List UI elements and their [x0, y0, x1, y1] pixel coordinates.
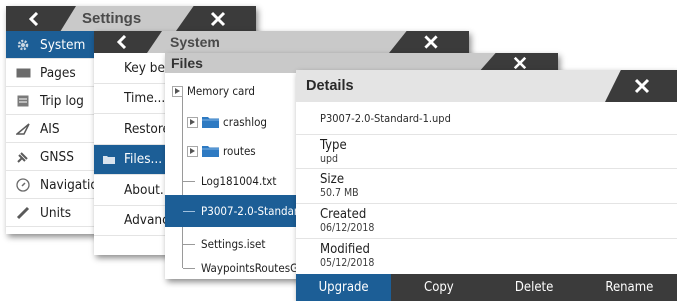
expand-icon[interactable]: [187, 116, 198, 128]
system-header: System: [94, 31, 469, 53]
details-field-value: 05/12/2018: [320, 257, 375, 269]
system-back-button[interactable]: [94, 31, 162, 53]
tree-node-label: crashlog: [223, 115, 268, 129]
close-icon: [513, 56, 526, 70]
details-action-bar: Upgrade Copy Delete Rename: [296, 274, 677, 301]
tree-node-label: Settings.iset: [201, 237, 266, 251]
upgrade-button[interactable]: Upgrade: [296, 274, 392, 301]
system-title: System: [170, 34, 220, 50]
settings-item-label: GNSS: [40, 148, 74, 165]
details-filename-row: P3007-2.0-Standard-1.upd: [296, 102, 677, 135]
folder-icon: [202, 117, 219, 128]
details-header: Details: [296, 70, 677, 102]
system-close-button[interactable]: [389, 31, 469, 53]
details-type-row: Type upd: [296, 135, 677, 169]
tree-node-label: Log181004.txt: [201, 174, 277, 188]
copy-button[interactable]: Copy: [391, 274, 486, 301]
tree-node-label: Memory card: [187, 84, 256, 98]
settings-title: Settings: [82, 10, 142, 27]
settings-close-button[interactable]: [176, 6, 256, 31]
folder-icon: [202, 146, 219, 157]
delete-button[interactable]: Delete: [487, 274, 582, 301]
settings-back-button[interactable]: [6, 6, 76, 31]
details-size-row: Size 50.7 MB: [296, 169, 677, 204]
expand-icon[interactable]: [172, 85, 183, 97]
ais-icon: [6, 122, 40, 135]
gear-icon: [6, 38, 40, 52]
system-item-label: Time...: [124, 90, 166, 107]
ruler-icon: [6, 206, 40, 220]
details-panel: Details P3007-2.0-Standard-1.upd Type up…: [296, 70, 677, 301]
settings-item-label: AIS: [40, 120, 60, 137]
details-field-value: 50.7 MB: [320, 187, 359, 199]
settings-item-label: Trip log: [40, 92, 84, 109]
details-title: Details: [306, 78, 354, 94]
close-icon: [635, 78, 650, 94]
compass-icon: [6, 177, 40, 192]
close-icon: [423, 35, 438, 49]
rename-button[interactable]: Rename: [582, 274, 677, 301]
close-icon: [210, 11, 225, 26]
settings-item-label: Pages: [40, 64, 76, 81]
details-field-value: 06/12/2018: [320, 222, 375, 234]
details-close-button[interactable]: [605, 70, 677, 102]
folder-icon: [94, 155, 124, 164]
details-modified-row: Modified 05/12/2018: [296, 239, 677, 274]
back-arrow-icon: [116, 35, 127, 49]
details-filename: P3007-2.0-Standard-1.upd: [320, 111, 451, 125]
system-item-label: Restore: [124, 120, 170, 137]
files-title: Files: [171, 55, 203, 71]
settings-item-label: System: [40, 36, 86, 53]
settings-header: Settings: [6, 6, 256, 31]
trip-log-icon: [6, 95, 40, 107]
details-field-label: Modified: [320, 242, 370, 257]
settings-item-label: Units: [40, 204, 72, 221]
system-item-label: Files...: [124, 151, 163, 168]
pages-icon: [6, 68, 40, 78]
back-arrow-icon: [28, 11, 39, 26]
details-created-row: Created 06/12/2018: [296, 204, 677, 239]
tree-node-label: routes: [223, 144, 256, 158]
details-field-label: Size: [320, 172, 345, 187]
expand-icon[interactable]: [187, 145, 198, 157]
details-field-label: Type: [320, 138, 347, 153]
details-field-label: Created: [320, 207, 367, 222]
details-field-value: upd: [320, 153, 338, 165]
satellite-icon: [6, 150, 40, 164]
